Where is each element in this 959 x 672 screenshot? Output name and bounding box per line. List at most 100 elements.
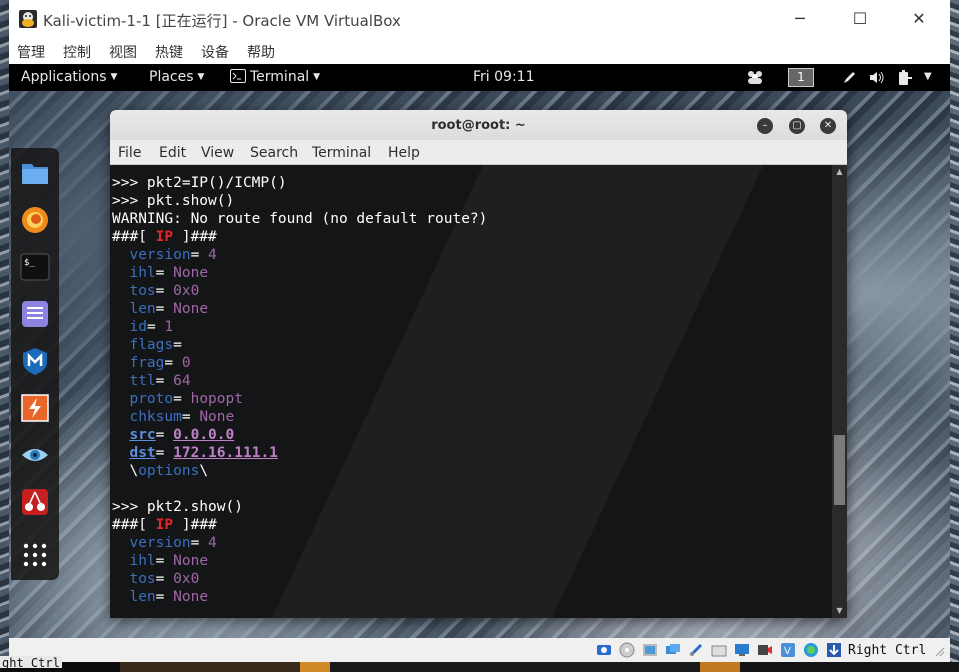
shared-folder-icon[interactable] [711, 642, 727, 658]
field-name: ihl [129, 553, 156, 569]
terminal-line: ###[ IP ]### [112, 228, 832, 246]
vbox-menu-view[interactable]: 视图 [109, 42, 137, 62]
vbox-menu-control[interactable]: 控制 [63, 42, 91, 62]
gnome-top-bar: Applications ▼ Places ▼ Terminal ▼ Fri 09:1… [9, 64, 950, 91]
field-value: 4 [208, 247, 217, 263]
terminal-menu-help[interactable]: Help [388, 145, 420, 161]
close-button[interactable]: ✕ [908, 8, 930, 30]
terminal-line: ttl= 64 [112, 372, 832, 390]
scroll-up-arrow-icon[interactable]: ▲ [832, 165, 847, 179]
network-icon[interactable] [665, 642, 681, 658]
firefox-icon[interactable] [20, 205, 50, 235]
scroll-down-arrow-icon[interactable]: ▼ [832, 604, 847, 618]
terminal-menu-edit[interactable]: Edit [159, 145, 186, 161]
vbox-menu-manage[interactable]: 管理 [17, 42, 45, 62]
options-label: options [138, 463, 200, 479]
clock[interactable]: Fri 09:11 [473, 69, 534, 85]
terminal-titlebar[interactable]: root@root: ~ – ▢ ✕ [110, 110, 847, 140]
minimize-button[interactable]: ─ [789, 8, 811, 30]
field-equals: = [173, 337, 191, 353]
layer-header-open: ###[ [112, 229, 156, 245]
terminal-output[interactable]: >>> pkt2=IP()/ICMP() >>> pkt.show() WARNIN… [110, 165, 832, 618]
vt-x-icon[interactable]: V [780, 642, 796, 658]
hard-disk-icon[interactable] [596, 642, 612, 658]
users-icon[interactable] [746, 70, 764, 85]
field-value: 1 [164, 319, 174, 335]
vbox-menu-help[interactable]: 帮助 [247, 42, 275, 62]
terminal-minimize-button[interactable]: – [757, 118, 773, 134]
chevron-down-icon: ▼ [197, 72, 205, 82]
guest-additions-icon[interactable] [803, 642, 819, 658]
places-menu[interactable]: Places ▼ [149, 69, 204, 85]
vbox-menu-hotkey[interactable]: 热键 [155, 42, 183, 62]
pen-icon[interactable] [842, 70, 857, 85]
field-name: len [129, 301, 156, 317]
terminal-line: proto= hopopt [112, 390, 832, 408]
field-name: ihl [129, 265, 156, 281]
notes-icon[interactable] [20, 299, 50, 329]
field-value: 172.16.111.1 [173, 445, 278, 461]
terminal-menu-file[interactable]: File [118, 145, 141, 161]
field-equals: = [155, 571, 174, 587]
app-grid-icon[interactable] [20, 540, 50, 570]
files-icon[interactable] [20, 158, 50, 188]
field-equals: = [146, 319, 165, 335]
output-text: WARNING: No route found (no default rout… [112, 211, 488, 227]
burp-icon[interactable] [20, 393, 50, 423]
field-equals: = [181, 409, 200, 425]
audio-icon[interactable] [642, 642, 658, 658]
applications-menu[interactable]: Applications ▼ [21, 69, 117, 85]
power-battery-icon[interactable] [897, 69, 913, 86]
display-icon[interactable] [734, 642, 750, 658]
virtualbox-window: Kali-victim-1-1 [正在运行] - Oracle VM Virtu… [9, 0, 950, 662]
terminal-menu-view[interactable]: View [201, 145, 234, 161]
field-name: dst [129, 445, 156, 461]
field-name: flags [129, 337, 174, 353]
scrollbar-thumb[interactable] [834, 434, 845, 505]
terminal-maximize-button[interactable]: ▢ [789, 118, 805, 134]
field-name: frag [129, 355, 165, 371]
terminal-menu-search[interactable]: Search [250, 145, 298, 161]
resize-grip-icon[interactable] [933, 645, 945, 657]
terminal-line: \options\ [112, 462, 832, 480]
terminal-line: >>> pkt2=IP()/ICMP() [112, 174, 832, 192]
terminal-scrollbar[interactable]: ▲ ▼ [832, 165, 847, 618]
dock: $_ [11, 148, 59, 580]
metasploit-icon[interactable] [20, 346, 50, 376]
eye-icon[interactable] [20, 440, 50, 470]
recording-icon[interactable] [757, 642, 773, 658]
terminal-close-button[interactable]: ✕ [820, 118, 836, 134]
vbox-titlebar[interactable]: Kali-victim-1-1 [正在运行] - Oracle VM Virtu… [9, 0, 950, 38]
options-close: \ [199, 463, 209, 479]
maximize-button[interactable]: ☐ [849, 8, 871, 30]
optical-drive-icon[interactable] [619, 642, 635, 658]
cherrytree-icon[interactable] [20, 487, 50, 517]
guest-screen[interactable]: Applications ▼ Places ▼ Terminal ▼ Fri 09:1… [9, 64, 950, 638]
field-name: tos [129, 283, 156, 299]
virtualbox-app-icon [19, 10, 37, 28]
field-name: len [129, 589, 156, 605]
volume-icon[interactable] [869, 70, 885, 85]
usb-icon[interactable] [688, 642, 704, 658]
chevron-down-icon: ▼ [110, 72, 118, 82]
terminal-menu-terminal[interactable]: Terminal [312, 145, 371, 161]
host-key-arrow-icon[interactable] [826, 642, 842, 658]
terminal-icon[interactable]: $_ [20, 252, 50, 282]
terminal-window[interactable]: root@root: ~ – ▢ ✕ File Edit View Search… [110, 110, 847, 618]
field-value: 0x0 [173, 571, 200, 587]
terminal-line: >>> pkt.show() [112, 192, 832, 210]
workspace-indicator[interactable]: 1 [788, 68, 814, 87]
terminal-line: dst= 172.16.111.1 [112, 444, 832, 462]
field-name: version [129, 535, 191, 551]
terminal-app-menu[interactable]: Terminal ▼ [230, 69, 320, 85]
system-menu-arrow-icon[interactable]: ▼ [924, 71, 932, 82]
vbox-menu-devices[interactable]: 设备 [201, 42, 229, 62]
terminal-line: len= None [112, 588, 832, 606]
terminal-line: >>> pkt2.show() [112, 498, 832, 516]
field-value: None [173, 553, 209, 569]
field-value: 64 [173, 373, 191, 389]
